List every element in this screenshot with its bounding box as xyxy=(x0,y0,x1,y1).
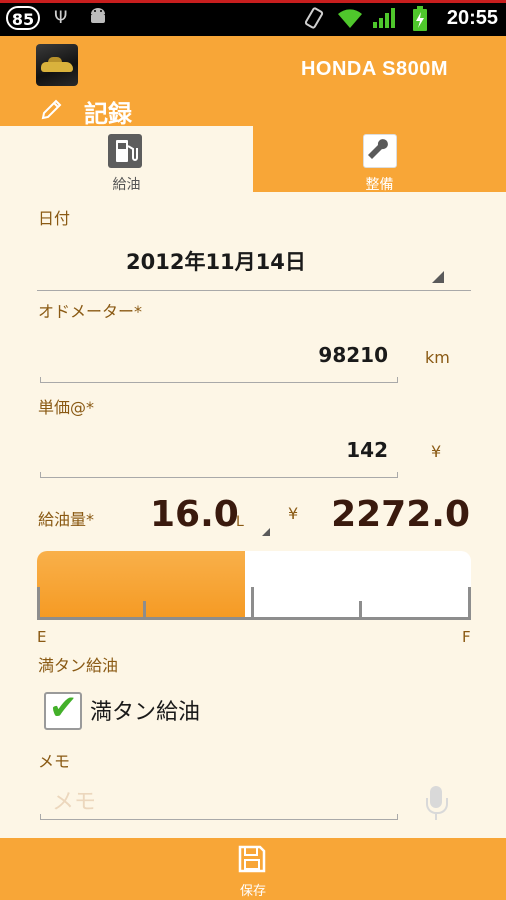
full-tank-label: 満タン給油 xyxy=(38,656,119,675)
wrench-icon xyxy=(363,134,397,168)
status-accent-line xyxy=(0,0,506,3)
fuel-amount-spinner-icon xyxy=(262,528,270,536)
save-button[interactable]: 保存 xyxy=(203,838,303,900)
wifi-icon xyxy=(336,6,364,37)
mic-stand-shape xyxy=(426,798,448,814)
checkmark-icon: ✔ xyxy=(49,688,78,728)
fuel-amount-value[interactable]: 16.0 xyxy=(150,494,239,535)
date-spinner[interactable]: 2012年11月14日 xyxy=(126,246,306,276)
fuel-pump-icon xyxy=(108,134,142,168)
usb-icon: Ψ xyxy=(54,8,68,28)
floppy-disk-icon xyxy=(238,845,266,873)
gauge-tick-three-quarter xyxy=(359,601,362,619)
unit-price-label: 単価@* xyxy=(38,398,95,417)
odometer-input[interactable]: 98210 xyxy=(240,343,388,367)
currency-symbol: ¥ xyxy=(288,504,299,523)
tab-fuel-label: 給油 xyxy=(112,177,141,193)
signal-icon xyxy=(372,6,396,37)
tab-maintenance-label: 整備 xyxy=(365,177,394,193)
total-cost-value[interactable]: 2272.0 xyxy=(320,494,470,535)
rotate-icon xyxy=(302,6,326,37)
unit-price-unit: ¥ xyxy=(431,442,442,461)
mic-stem-shape xyxy=(435,814,437,820)
section-title: 記録 xyxy=(84,100,132,128)
fuel-gauge[interactable] xyxy=(37,551,471,619)
gauge-full-label: F xyxy=(462,628,471,646)
odometer-label: オドメーター* xyxy=(38,302,143,321)
full-tank-checkbox-label[interactable]: 満タン給油 xyxy=(90,694,200,726)
memo-input[interactable]: メモ xyxy=(52,784,96,816)
spinner-arrow-icon xyxy=(432,271,444,283)
gauge-tick-half xyxy=(251,587,254,619)
gauge-tick-full xyxy=(468,587,471,619)
tab-bar: 給油 整備 xyxy=(0,126,506,193)
odometer-field-line xyxy=(40,377,398,383)
odometer-unit: km xyxy=(425,348,450,367)
date-underline xyxy=(37,290,471,291)
car-body-shape xyxy=(41,62,73,72)
tab-maintenance[interactable]: 整備 xyxy=(253,126,506,193)
save-label: 保存 xyxy=(239,884,266,899)
notification-count-badge: 85 xyxy=(6,6,40,30)
action-bar: HONDA S800M 記録 xyxy=(0,36,506,128)
memo-label: メモ xyxy=(38,752,71,771)
android-icon xyxy=(88,6,108,33)
vehicle-name: HONDA S800M xyxy=(300,58,448,80)
unit-price-input[interactable]: 142 xyxy=(240,438,388,462)
section-header: 記録 xyxy=(0,94,506,128)
memo-field-line xyxy=(40,814,398,820)
gauge-tick-quarter xyxy=(143,601,146,619)
date-label: 日付 xyxy=(38,209,71,228)
fuel-amount-label: 給油量* xyxy=(38,510,95,529)
fuel-gauge-fill xyxy=(37,551,246,619)
pencil-icon xyxy=(40,97,64,127)
unit-price-field-line xyxy=(40,472,398,478)
vehicle-thumbnail[interactable] xyxy=(36,44,78,86)
fuel-gauge-baseline xyxy=(37,617,471,620)
gauge-tick-empty xyxy=(37,587,40,619)
battery-charging-icon xyxy=(412,6,428,39)
bottom-action-bar: 保存 xyxy=(0,838,506,900)
status-bar: 85 Ψ 20:55 xyxy=(0,0,506,36)
tab-fuel[interactable]: 給油 xyxy=(0,126,253,193)
fuel-amount-unit: L xyxy=(236,514,244,530)
clock: 20:55 xyxy=(446,7,498,29)
gauge-empty-label: E xyxy=(37,628,47,646)
full-tank-checkbox[interactable]: ✔ xyxy=(44,688,82,730)
microphone-icon[interactable] xyxy=(426,786,448,822)
